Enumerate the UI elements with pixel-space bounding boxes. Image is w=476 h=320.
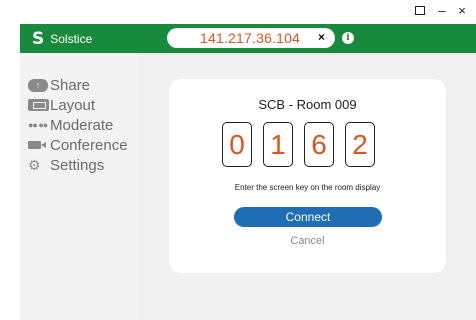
maximize-icon xyxy=(415,6,425,15)
sidebar-item-settings[interactable]: ⚙ Settings xyxy=(28,155,104,175)
screen-key-hint: Enter the screen key on the room display xyxy=(234,183,381,192)
screen-key-digit-2[interactable]: 1 xyxy=(263,122,293,167)
sidebar-item-label: Layout xyxy=(50,96,96,114)
conference-icon xyxy=(28,138,50,152)
solstice-logo-icon: S xyxy=(32,29,45,49)
sidebar-item-label: Share xyxy=(50,76,91,94)
gear-icon: ⚙ xyxy=(28,156,41,173)
connect-button[interactable]: Connect xyxy=(234,207,382,227)
sidebar-item-moderate[interactable]: ●● ●● Moderate xyxy=(28,115,113,135)
sidebar-item-layout[interactable]: Layout xyxy=(28,95,95,115)
close-button[interactable]: × xyxy=(454,2,470,20)
layout-icon xyxy=(28,98,50,112)
address-input[interactable]: 141.217.36.104 xyxy=(200,30,300,46)
screen-key-digit-3[interactable]: 6 xyxy=(304,122,334,167)
room-name: SCB - Room 009 xyxy=(258,97,357,112)
screen-key-dialog: SCB - Room 009 0 1 6 2 Enter the screen … xyxy=(169,79,446,273)
screen-key-digit-4[interactable]: 2 xyxy=(345,122,375,167)
sidebar-item-conference[interactable]: Conference xyxy=(28,135,128,155)
title-bar: – × xyxy=(20,0,476,24)
sidebar-item-label: Moderate xyxy=(50,116,114,134)
screen-key-digit-1[interactable]: 0 xyxy=(222,122,252,167)
app-header: S Solstice 141.217.36.104 × i xyxy=(20,24,476,53)
logo: S Solstice xyxy=(32,29,92,49)
share-icon: ↑ xyxy=(28,78,50,92)
app-name: Solstice xyxy=(50,32,93,46)
sidebar-item-label: Conference xyxy=(50,136,128,154)
sidebar: ↑ Share Layout ●● ●● Moderate Conference… xyxy=(20,53,137,320)
app-window: – × S Solstice 141.217.36.104 × i ↑ Shar… xyxy=(20,0,476,320)
sidebar-item-label: Settings xyxy=(50,156,105,174)
moderate-icon: ●● ●● xyxy=(28,120,48,130)
clear-address-icon[interactable]: × xyxy=(318,30,325,44)
maximize-button[interactable] xyxy=(412,2,428,20)
sidebar-item-share[interactable]: ↑ Share xyxy=(28,75,90,95)
info-icon[interactable]: i xyxy=(342,32,354,44)
minimize-button[interactable]: – xyxy=(434,2,450,20)
cancel-button[interactable]: Cancel xyxy=(169,235,446,247)
address-field[interactable]: 141.217.36.104 × xyxy=(167,28,335,48)
